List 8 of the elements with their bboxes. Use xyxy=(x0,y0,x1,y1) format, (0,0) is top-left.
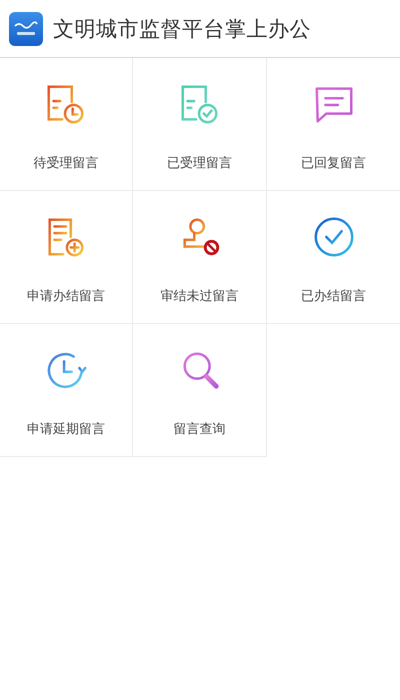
menu-tile[interactable]: 申请办结留言 xyxy=(0,191,133,324)
menu-tile[interactable]: 审结未过留言 xyxy=(133,191,267,324)
app-title: 文明城市监督平台掌上办公 xyxy=(53,16,311,42)
menu-tile[interactable]: 已受理留言 xyxy=(133,58,267,191)
menu-tile[interactable]: 留言查询 xyxy=(133,324,267,457)
menu-tile[interactable]: 申请延期留言 xyxy=(0,324,133,457)
menu-tile[interactable]: 待受理留言 xyxy=(0,58,133,191)
app-logo-icon xyxy=(9,12,43,46)
